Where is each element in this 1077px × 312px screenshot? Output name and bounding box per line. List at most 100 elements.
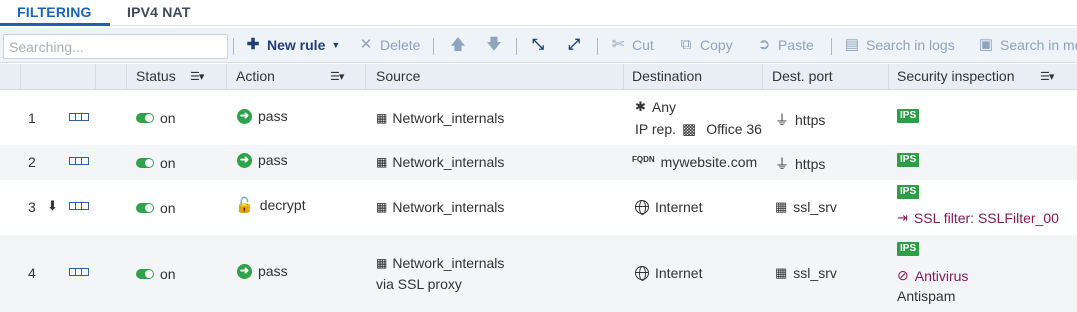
any-icon: ✱ [635, 99, 646, 114]
ip-rep-label: IP rep. [635, 121, 676, 137]
ssl-filter-link[interactable]: ⇥ SSL filter: SSLFilter_00 [897, 210, 1059, 226]
column-divider [126, 64, 127, 90]
toolbar-separator [516, 38, 517, 55]
destination-text: mywebsite.com [660, 154, 758, 170]
column-divider [762, 64, 763, 90]
source-text: Network_internals [392, 110, 505, 126]
copy-button[interactable]: ⧉ Copy [678, 37, 733, 54]
column-divider [888, 64, 889, 90]
antivirus-text: Antivirus [914, 267, 969, 284]
close-icon: ✕ [359, 36, 373, 53]
table-row[interactable]: 1 on ➜ pass ▦ Network_internals ✱ Any IP… [0, 91, 1077, 145]
security-ips: IPS [897, 185, 920, 199]
search-in-monitoring-button[interactable]: ▣ Search in mo [978, 37, 1077, 54]
toolbar-separator [597, 38, 598, 55]
decrypt-down-arrow-icon: ⬇ [47, 198, 58, 213]
status-toggle[interactable]: on [136, 266, 176, 282]
paste-label: Paste [778, 37, 814, 53]
action-text: pass [258, 108, 288, 124]
column-header-status[interactable]: Status [136, 68, 176, 84]
destination-cell: ✱ Any [635, 99, 676, 115]
security-cell: IPS [897, 153, 920, 167]
status-toggle[interactable]: on [136, 110, 176, 126]
status-text: on [160, 155, 176, 171]
antivirus-link[interactable]: ⊘ Antivirus [897, 267, 968, 284]
globe-icon [635, 200, 649, 215]
ssl-filter-icon: ⇥ [897, 210, 908, 225]
toolbar-separator [233, 38, 234, 55]
toolbar-separator [433, 38, 434, 55]
destination-text: Any [651, 99, 677, 115]
network-group-icon: ▦ [376, 200, 387, 214]
move-up-button[interactable]: 🡅 [450, 37, 466, 53]
table-row[interactable]: 4 on ➜ pass ▦ Network_internals via SSL … [0, 235, 1077, 312]
rule-number: 2 [28, 154, 36, 170]
delete-button[interactable]: ✕ Delete [358, 36, 421, 54]
action-cell: ➜ pass [237, 152, 288, 168]
destination-text: Internet [655, 199, 703, 215]
network-group-icon: ▦ [376, 256, 387, 270]
port-group-icon: ▦ [775, 265, 788, 280]
new-rule-button[interactable]: ✚ New rule ▼ [245, 37, 341, 54]
search-in-logs-label: Search in logs [866, 37, 955, 53]
delete-label: Delete [380, 37, 421, 53]
sort-filter-icon[interactable]: ☰▾ [330, 70, 344, 83]
pass-arrow-icon: ➜ [237, 108, 252, 124]
destination-text: Internet [655, 265, 703, 281]
status-text: on [160, 200, 176, 216]
tab-ipv4-nat[interactable]: IPV4 NAT [127, 4, 191, 20]
destination-cell: FQDN mywebsite.com [632, 154, 757, 170]
action-cell: ➜ pass [237, 108, 288, 124]
status-toggle[interactable]: on [136, 200, 176, 216]
action-text: pass [258, 263, 288, 279]
ips-badge: IPS [897, 185, 920, 199]
search-input[interactable] [3, 34, 228, 59]
new-rule-label: New rule [267, 37, 326, 53]
toggle-on-icon [136, 269, 154, 279]
tab-filtering[interactable]: FILTERING [17, 4, 92, 20]
source-text: Network_internals [392, 199, 505, 215]
dest-port-cell: ⏚ https [775, 154, 825, 174]
security-cell: IPS [897, 109, 920, 123]
pass-arrow-icon: ➜ [237, 263, 252, 279]
antispam-text: Antispam [897, 288, 956, 304]
pass-arrow-icon: ➜ [237, 152, 252, 168]
status-toggle[interactable]: on [136, 155, 176, 171]
rule-number: 1 [28, 110, 36, 126]
column-header-action[interactable]: Action [236, 68, 275, 84]
rule-icon [69, 157, 89, 165]
destination-cell: Internet [635, 199, 702, 215]
expand-all-button[interactable]: ⤢ [566, 37, 582, 53]
column-divider [226, 64, 227, 90]
column-header-security-inspection[interactable]: Security inspection [897, 68, 1015, 84]
cut-button[interactable]: ✄ Cut [610, 37, 654, 54]
port-text: ssl_srv [793, 199, 837, 215]
action-text: pass [258, 152, 288, 168]
collapse-all-button[interactable]: ⤡ [530, 37, 546, 53]
column-header-source[interactable]: Source [376, 68, 420, 84]
dest-port-cell: ▦ ssl_srv [775, 265, 837, 281]
port-group-icon: ▦ [775, 199, 788, 214]
table-row[interactable]: 2 on ➜ pass ▦ Network_internals FQDN myw… [0, 145, 1077, 180]
antivirus-icon: ⊘ [897, 267, 909, 283]
rule-icon [69, 202, 89, 210]
move-down-button[interactable]: 🡇 [486, 37, 502, 53]
sort-filter-icon[interactable]: ☰▾ [1040, 70, 1054, 83]
source-cell: ▦ Network_internals [376, 110, 504, 126]
column-header-destination[interactable]: Destination [632, 68, 702, 84]
source-text: Network_internals [392, 154, 505, 170]
ips-badge: IPS [897, 109, 920, 123]
column-divider [20, 64, 21, 90]
port-plug-icon: ⏚ [775, 112, 789, 128]
sort-filter-icon[interactable]: ☰▾ [190, 70, 204, 83]
toolbar: ✚ New rule ▼ ✕ Delete 🡅 🡇 ⤡ ⤢ ✄ Cut ⧉ Co… [0, 28, 1077, 63]
rule-icon [69, 268, 89, 276]
column-header-dest-port[interactable]: Dest. port [772, 68, 833, 84]
port-text: https [795, 112, 826, 128]
search-in-logs-button[interactable]: ▤ Search in logs [844, 37, 955, 54]
paste-button[interactable]: ➲ Paste [756, 37, 814, 54]
arrow-down-icon: 🡇 [486, 36, 502, 53]
status-text: on [160, 266, 176, 282]
table-row[interactable]: 3 ⬇ on 🔓 decrypt ▦ Network_internals Int… [0, 180, 1077, 235]
toggle-on-icon [136, 158, 154, 168]
